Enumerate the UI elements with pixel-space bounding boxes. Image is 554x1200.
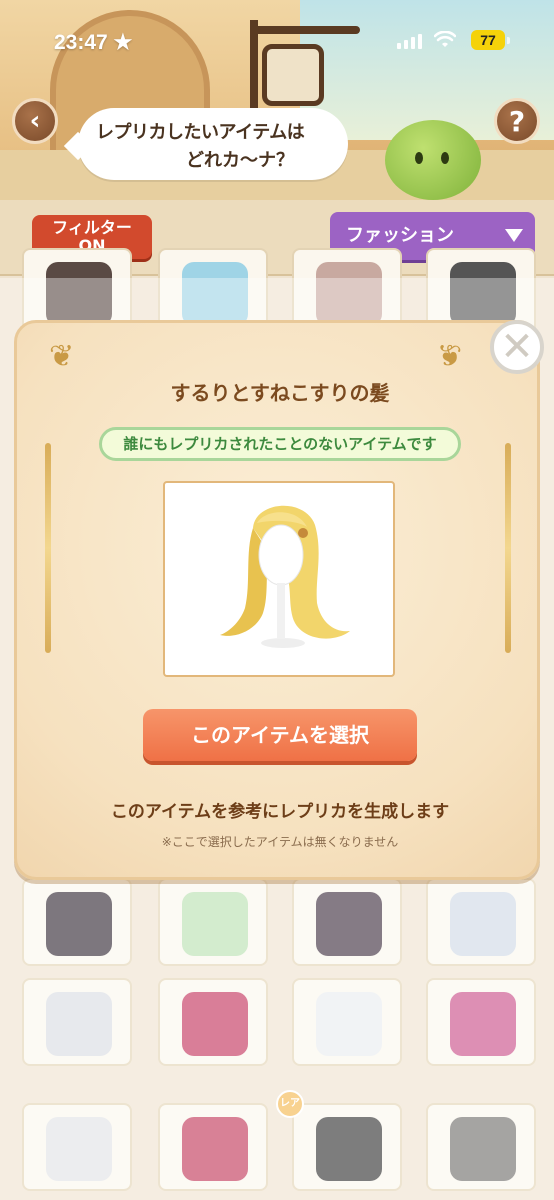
prompt-line2: どれカ～ナ？ (186, 150, 294, 171)
wifi-icon (434, 31, 456, 47)
close-icon: ✕ (500, 324, 534, 370)
replica-description: このアイテムを参考にレプリカを生成します (110, 802, 450, 822)
bush-eye-right (441, 152, 449, 164)
help-button[interactable]: ? (494, 98, 540, 144)
chevron-left-icon: ‹ (29, 106, 41, 136)
decorative-pillar-left (45, 443, 51, 653)
status-bar: 23:47 ★ 77 (0, 0, 554, 70)
prompt-line1: レプリカしたいアイテムは (96, 122, 305, 143)
hair-item-image (220, 505, 350, 648)
item-not-consumed-note: ※ここで選択したアイテムは無くなりません (161, 835, 399, 849)
back-button[interactable]: ‹ (12, 98, 58, 144)
ornament-top-right-icon: ❦ (437, 339, 463, 374)
decorative-pillar-right (505, 443, 511, 653)
battery-indicator: 77 (471, 30, 510, 50)
help-icon: ? (508, 104, 526, 138)
item-preview (163, 481, 395, 677)
item-name: するりとすねこすりの髪 (170, 381, 390, 405)
close-button[interactable]: ✕ (490, 320, 544, 374)
bush-character (385, 120, 481, 200)
chevron-down-icon (505, 229, 523, 242)
prompt-bubble: レプリカしたいアイテムは どれカ～ナ？ (78, 108, 348, 180)
status-time: 23:47 ★ (54, 31, 133, 54)
never-replicated-badge: 誰にもレプリカされたことのないアイテムです (99, 427, 461, 461)
item-detail-modal: ❦ ❦ するりとすねこすりの髪 誰にもレプリカされたことのないアイテムです この… (14, 320, 540, 880)
category-selected-value: ファッション (346, 225, 454, 246)
ornament-top-left-icon: ❦ (49, 339, 75, 374)
select-item-button[interactable]: このアイテムを選択 (143, 709, 417, 761)
cellular-signal-icon (397, 34, 422, 49)
bush-eye-left (415, 152, 423, 164)
filter-label: フィルター (52, 218, 132, 237)
